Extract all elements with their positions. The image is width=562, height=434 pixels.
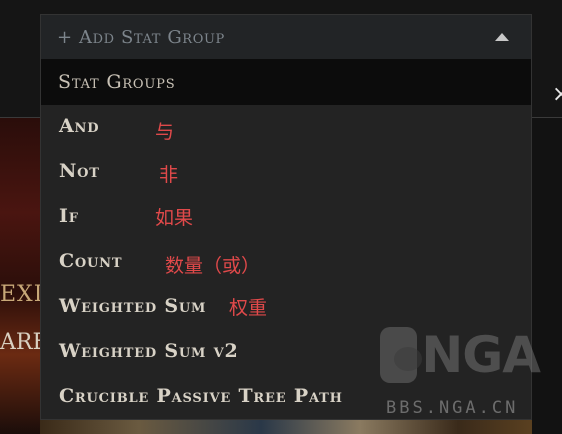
paw-logo-icon — [380, 327, 423, 383]
background-text-fragment: ARE — [0, 330, 40, 355]
option-and[interactable]: And 与 — [41, 105, 531, 149]
add-stat-group-select[interactable]: + Add Stat Group — [41, 15, 531, 59]
option-label: If — [59, 205, 79, 227]
option-annotation: 如果 — [155, 207, 194, 229]
option-annotation: 权重 — [229, 297, 268, 319]
option-label: Crucible Passive Tree Path — [59, 385, 343, 407]
option-label: Weighted Sum — [59, 295, 207, 317]
option-label: And — [59, 115, 100, 137]
add-stat-group-placeholder: + Add Stat Group — [57, 26, 225, 48]
stat-groups-header-label: Stat Groups — [58, 71, 176, 93]
watermark-url: BBS.NGA.CN — [386, 398, 519, 418]
background-art-left — [0, 118, 40, 434]
option-count[interactable]: Count 数量（或） — [41, 240, 531, 284]
stat-groups-header: Stat Groups — [41, 59, 531, 105]
option-not[interactable]: Not 非 — [41, 150, 531, 194]
option-annotation: 数量（或） — [165, 255, 261, 277]
background-art-bottom — [40, 420, 532, 434]
caret-up-icon[interactable] — [495, 33, 509, 41]
option-label: Not — [59, 160, 100, 182]
option-label: Weighted Sum v2 — [59, 340, 239, 362]
background-title-fragment: EXIL — [0, 282, 40, 307]
watermark-logo-text: NGA — [421, 326, 541, 384]
option-label: Count — [59, 250, 123, 272]
option-annotation: 非 — [159, 164, 179, 186]
option-if[interactable]: If 如果 — [41, 195, 531, 239]
nga-watermark: NGA — [380, 322, 541, 388]
option-annotation: 与 — [155, 121, 175, 143]
close-icon[interactable]: × — [552, 84, 562, 106]
